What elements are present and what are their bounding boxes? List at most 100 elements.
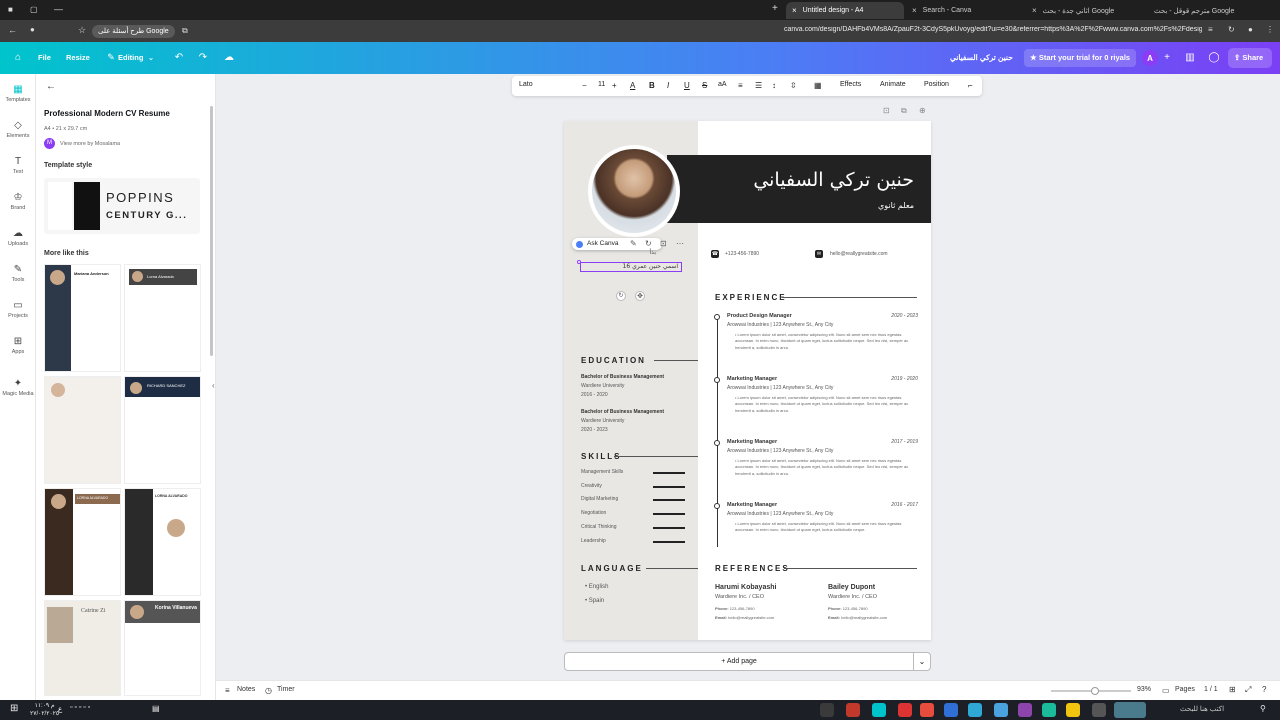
tab-search-icon[interactable]: ▢ [30,5,38,14]
timer-icon[interactable]: ◷ [265,686,272,695]
resize-button[interactable]: Resize [66,53,90,62]
experience-company[interactable]: Arowwai Industries | 123 Anywhere St., A… [727,322,833,328]
tray-icons[interactable]: ▫ ▫ ▫ ▫ ▫ [70,704,90,711]
profile-photo[interactable] [592,149,676,233]
tab-canva-design[interactable]: × Untitled design - A4 [786,2,904,19]
back-arrow-icon[interactable]: ← [46,81,56,92]
reference-title[interactable]: Wardiere Inc. / CEO [828,594,877,600]
chrome-taskbar-icon[interactable] [820,703,834,717]
clock[interactable]: ۱۱:۰۹ م ۲۷/۰۲/۲۰۲٥ [30,702,59,718]
transparency-icon[interactable]: ▦ [814,81,822,90]
rail-templates[interactable]: ▦ Templates [0,84,36,103]
app-taskbar-icon[interactable] [898,703,912,717]
minimize-icon[interactable]: — [54,4,63,14]
taskbar-search[interactable]: اكتب هنا للبحث [1180,705,1224,713]
animate-button[interactable]: Animate [880,81,906,88]
comment-icon[interactable]: ◯ [1207,50,1221,64]
ask-canva-button[interactable]: Ask Canva [587,240,618,247]
skill-item[interactable]: Leadership [581,538,606,544]
education-years[interactable]: 2016 - 2020 [581,392,608,398]
spacing-icon[interactable]: ↕ [772,81,776,90]
analytics-icon[interactable]: ▥ [1183,50,1197,64]
new-tab-icon[interactable]: + [772,3,778,14]
experience-years[interactable]: 2016 - 2017 [864,502,918,508]
align-icon[interactable]: ≡ [738,81,743,90]
template-thumbnail[interactable]: Lorna Alvarado [124,264,201,372]
share-button[interactable]: ⇪ Share [1228,48,1272,68]
zoom-level[interactable]: 93% [1137,686,1151,693]
education-years[interactable]: 2020 - 2023 [581,427,608,433]
app-taskbar-icon[interactable] [994,703,1008,717]
increase-size-icon[interactable]: + [612,81,617,90]
language-item[interactable]: • Spain [585,598,604,604]
magic-write-icon[interactable]: ✎ [630,239,637,248]
grid-view-icon[interactable]: ⊞ [1229,685,1236,694]
experience-description[interactable]: • Lorem ipsum dolor sit amet, consectetu… [735,395,918,414]
case-icon[interactable]: aA [718,81,727,88]
experience-company[interactable]: Arowwai Industries | 123 Anywhere St., A… [727,511,833,517]
italic-icon[interactable]: I [667,81,669,90]
experience-years[interactable]: 2020 - 2023 [864,313,918,319]
notes-button[interactable]: Notes [237,686,255,693]
skill-item[interactable]: Creativity [581,483,602,489]
strikethrough-icon[interactable]: S [702,81,707,90]
experience-role[interactable]: Marketing Manager [727,376,777,382]
collapse-panel-icon[interactable]: ‹ [212,381,215,390]
replace-icon[interactable]: ↻ [645,239,652,248]
template-thumbnail[interactable]: Mariana Anderson [44,264,121,372]
language-item[interactable]: • English [585,584,608,590]
rail-uploads[interactable]: ☁ Uploads [0,228,36,247]
rail-elements[interactable]: ◇ Elements [0,120,36,139]
resize-handle[interactable] [577,260,581,264]
settings-icon[interactable]: ≡ [1208,25,1213,34]
app-taskbar-icon[interactable] [846,703,860,717]
education-degree[interactable]: Bachelor of Business Management [581,374,664,380]
skill-item[interactable]: Negotiation [581,510,606,516]
template-thumbnail[interactable]: LORNA ALVARADO [44,488,121,596]
document-title[interactable]: حنين تركي السفياني [950,53,1013,62]
reference-email[interactable]: Email: hello@reallygreatsite.com [828,615,887,621]
rail-projects[interactable]: ▭ Projects [0,300,36,319]
chevron-down-icon[interactable]: ⌄ [913,652,931,671]
skill-item[interactable]: Critical Thinking [581,524,616,530]
more-icon[interactable]: ⋮ [1266,25,1274,34]
app-taskbar-icon[interactable] [968,703,982,717]
windows-start-icon[interactable]: ⊞ [10,703,18,714]
avatar[interactable]: A [1142,50,1158,66]
undo-icon[interactable]: ↶ [172,50,186,64]
experience-role[interactable]: Product Design Manager [727,313,792,319]
skill-item[interactable]: Management Skills [581,469,623,475]
app-taskbar-icon[interactable] [1066,703,1080,717]
add-collaborator-icon[interactable]: + [1160,50,1174,64]
app-taskbar-icon[interactable] [1018,703,1032,717]
education-degree[interactable]: Bachelor of Business Management [581,409,664,415]
notes-icon[interactable]: ≡ [225,686,230,695]
account-icon[interactable]: ● [1248,25,1253,34]
references-heading[interactable]: REFERENCES [715,564,790,573]
experience-role[interactable]: Marketing Manager [727,502,777,508]
tab-google-translate[interactable]: مترجم قوقل - بحث Google [1148,2,1266,19]
experience-years[interactable]: 2019 - 2020 [864,376,918,382]
education-heading[interactable]: EDUCATION [581,356,646,365]
window-menu-icon[interactable]: ■ [8,5,13,14]
tab-google-search[interactable]: × اثاني جدة - بحث Google [1026,2,1146,19]
resume-page[interactable]: حنين تركي السفياني معلم ثانوي Ask Canva … [564,121,931,640]
experience-description[interactable]: • Lorem ipsum dolor sit amet, consectetu… [735,521,918,534]
more-options-icon[interactable]: ⋯ [676,239,684,248]
lock-element-icon[interactable]: ⊡ [660,239,667,248]
start-trial-button[interactable]: ★ Start your trial for 0 riyals [1024,49,1137,67]
lock-icon[interactable]: ⊡ [883,106,890,115]
back-icon[interactable]: ← [8,25,17,35]
rail-tools[interactable]: ✎ Tools [0,264,36,283]
experience-description[interactable]: • Lorem ipsum dolor sit amet, consectetu… [735,458,918,477]
rail-apps[interactable]: ⊞ Apps [0,336,36,355]
experience-heading[interactable]: EXPERIENCE [715,293,787,302]
email-text[interactable]: hello@reallygreatsite.com [830,251,888,257]
template-thumbnail[interactable] [44,376,121,484]
reference-email[interactable]: Email: hello@reallygreatsite.com [715,615,774,621]
skill-item[interactable]: Digital Marketing [581,496,618,502]
close-icon[interactable]: × [792,6,797,15]
template-thumbnail[interactable]: RICHARD SANCHEZ [124,376,201,484]
close-icon[interactable]: × [912,6,917,15]
decrease-size-icon[interactable]: − [582,81,587,90]
